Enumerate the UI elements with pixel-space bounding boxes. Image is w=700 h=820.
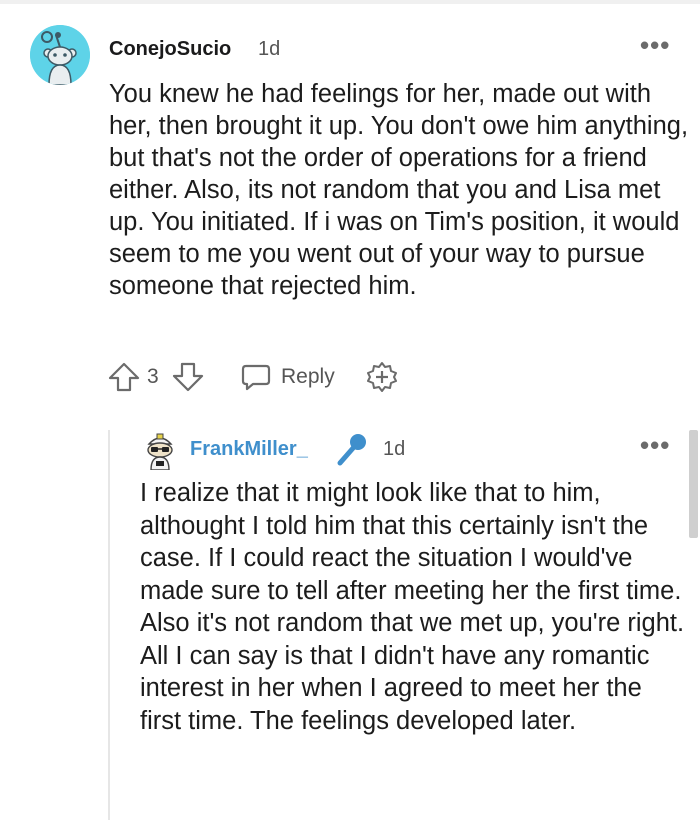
award-plus-icon — [367, 362, 397, 392]
vote-score: 3 — [147, 365, 159, 388]
downvote-button[interactable] — [171, 360, 205, 394]
thread-line[interactable] — [108, 430, 110, 820]
reply-button[interactable] — [239, 360, 273, 394]
comment-actions: 3 Reply — [107, 360, 407, 394]
snoo-sunglasses-avatar-icon — [147, 433, 173, 471]
reply-label[interactable]: Reply — [281, 365, 335, 389]
comment-username[interactable]: ConejoSucio — [109, 38, 231, 61]
microphone-icon — [334, 431, 370, 467]
reply-paragraph: I realize that it might look like that t… — [140, 479, 682, 605]
reply-username[interactable]: FrankMiller_ — [190, 438, 308, 461]
upvote-icon — [108, 362, 140, 392]
reply-more-options-icon[interactable]: ••• — [640, 432, 670, 458]
reply-timestamp: 1d — [383, 438, 406, 460]
comment-timestamp: 1d — [258, 38, 281, 60]
reply-body: I realize that it might look like that t… — [140, 477, 685, 737]
user-avatar[interactable] — [30, 25, 90, 85]
award-button[interactable] — [365, 360, 399, 394]
upvote-button[interactable] — [107, 360, 141, 394]
more-options-icon[interactable]: ••• — [640, 32, 670, 58]
downvote-icon — [172, 362, 204, 392]
reply-avatar[interactable] — [143, 432, 177, 471]
reply-bubble-icon — [241, 364, 271, 391]
top-divider — [0, 0, 700, 4]
scrollbar[interactable] — [689, 430, 698, 538]
snoo-avatar-icon — [30, 25, 90, 85]
comment-body: You knew he had feelings for her, made o… — [109, 80, 689, 300]
reply-paragraph: Also it's not random that we met up, you… — [140, 609, 685, 735]
